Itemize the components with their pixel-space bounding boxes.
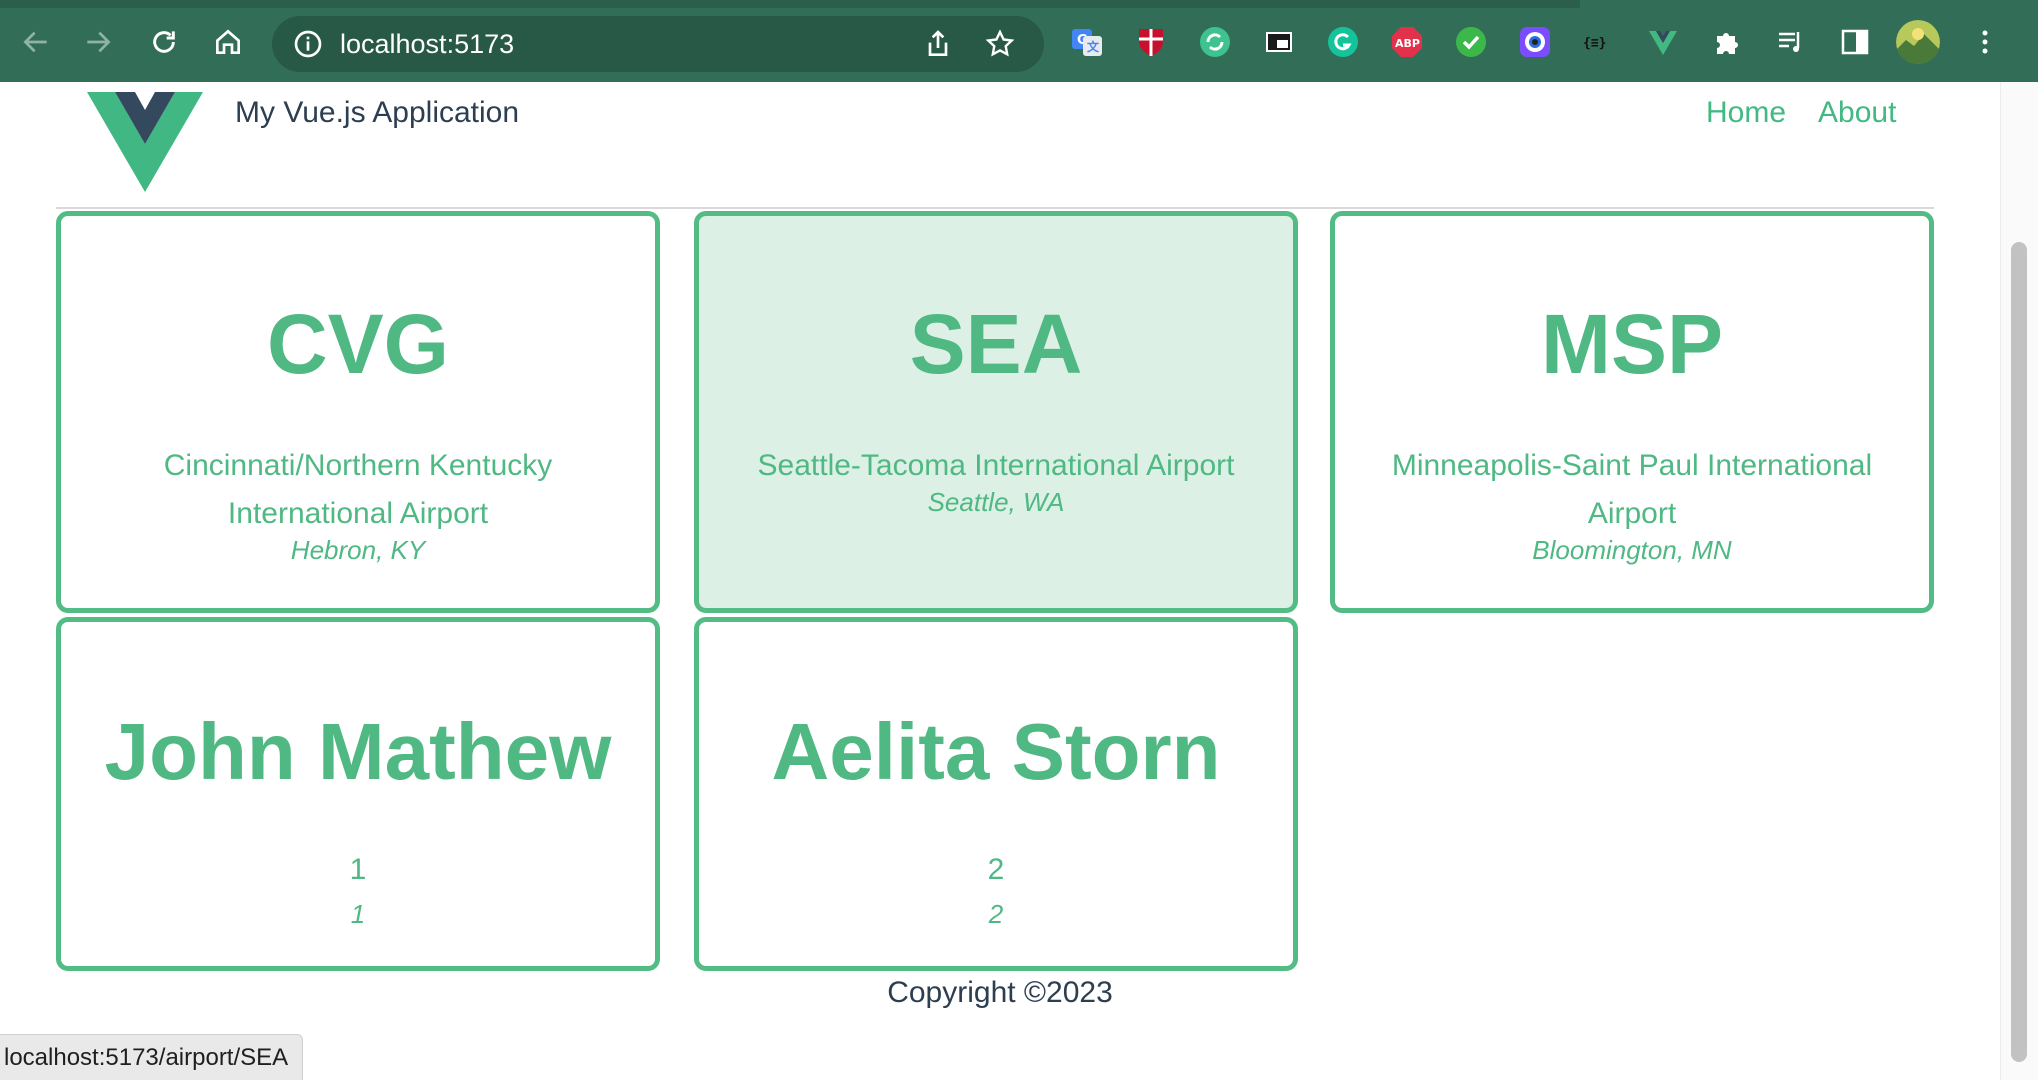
- person-name: John Mathew: [104, 707, 612, 796]
- person-id-italic: 1: [350, 899, 366, 929]
- svg-text:ABP: ABP: [1395, 37, 1420, 50]
- reload-button[interactable]: [144, 22, 184, 62]
- bookmark-star-icon[interactable]: [984, 28, 1016, 60]
- json-viewer-icon[interactable]: {≡}: [1582, 25, 1616, 59]
- address-bar[interactable]: localhost:5173: [272, 16, 1044, 72]
- header-divider: [56, 207, 1934, 209]
- person-name: Aelita Storn: [771, 707, 1221, 796]
- scrollbar-thumb[interactable]: [2011, 242, 2027, 1062]
- home-icon: [216, 29, 240, 54]
- url-text: localhost:5173: [340, 29, 515, 59]
- airport-name: Seattle-Tacoma International Airport: [757, 449, 1235, 482]
- info-icon[interactable]: [292, 28, 324, 60]
- side-panel-icon[interactable]: [1838, 25, 1872, 59]
- person-id: 1: [349, 853, 367, 886]
- airport-card-msp[interactable]: MSP Minneapolis-Saint Paul International…: [1330, 211, 1934, 613]
- nav-home-link[interactable]: Home: [1706, 96, 1786, 130]
- vue-devtools-icon[interactable]: [1646, 25, 1680, 59]
- shield-crest-icon[interactable]: [1134, 25, 1168, 59]
- status-bar-url: localhost:5173/airport/SEA: [0, 1034, 304, 1080]
- puzzle-piece-icon[interactable]: [1710, 25, 1744, 59]
- sync-icon[interactable]: [1198, 25, 1232, 59]
- home-button[interactable]: [208, 22, 248, 62]
- google-translate-icon[interactable]: G文: [1070, 25, 1104, 59]
- media-playlist-icon[interactable]: [1774, 25, 1808, 59]
- airport-code: MSP: [1540, 297, 1724, 391]
- share-icon[interactable]: [922, 28, 954, 60]
- adblock-plus-icon[interactable]: ABP: [1390, 25, 1424, 59]
- vue-logo: [87, 92, 203, 192]
- forward-button[interactable]: [78, 22, 118, 62]
- arrow-left-icon: [23, 31, 47, 53]
- person-id: 2: [987, 853, 1005, 886]
- airport-location: Seattle, WA: [927, 487, 1065, 517]
- airport-location: Hebron, KY: [290, 535, 426, 565]
- arrow-right-icon: [87, 31, 111, 53]
- svg-text:文: 文: [1087, 39, 1100, 54]
- person-card-aelita-storn[interactable]: Aelita Storn 2 2: [694, 617, 1298, 971]
- browser-toolbar: localhost:5173 G文 ABP {≡}: [0, 0, 2038, 82]
- more-menu-icon[interactable]: [1968, 25, 2002, 59]
- reload-icon: [153, 31, 175, 53]
- airport-code: SEA: [909, 297, 1083, 391]
- airport-card-sea[interactable]: SEA Seattle-Tacoma International Airport…: [694, 211, 1298, 613]
- airport-name: Minneapolis-Saint Paul International Air…: [1391, 449, 1873, 530]
- nav-about-link[interactable]: About: [1818, 96, 1896, 130]
- vertical-scrollbar[interactable]: [2000, 82, 2038, 1080]
- footer-copyright: Copyright ©2023: [887, 976, 1113, 1009]
- profile-avatar[interactable]: [1896, 20, 1940, 64]
- airport-card-cvg[interactable]: CVG Cincinnati/Northern Kentucky Interna…: [56, 211, 660, 613]
- svg-text:{≡}: {≡}: [1583, 36, 1606, 51]
- back-button[interactable]: [16, 22, 56, 62]
- airport-code: CVG: [266, 297, 450, 391]
- airport-location: Bloomington, MN: [1532, 535, 1732, 565]
- person-id-italic: 2: [988, 899, 1004, 929]
- page-content: My Vue.js Application Home About CVG Cin…: [0, 82, 2000, 1080]
- color-picker-icon[interactable]: [1518, 25, 1552, 59]
- person-card-john-mathew[interactable]: John Mathew 1 1: [56, 617, 660, 971]
- picture-in-picture-icon[interactable]: [1262, 25, 1296, 59]
- grammarly-icon[interactable]: [1326, 25, 1360, 59]
- checkmark-icon[interactable]: [1454, 25, 1488, 59]
- airport-name: Cincinnati/Northern Kentucky Internation…: [163, 449, 553, 530]
- app-title: My Vue.js Application: [235, 96, 520, 129]
